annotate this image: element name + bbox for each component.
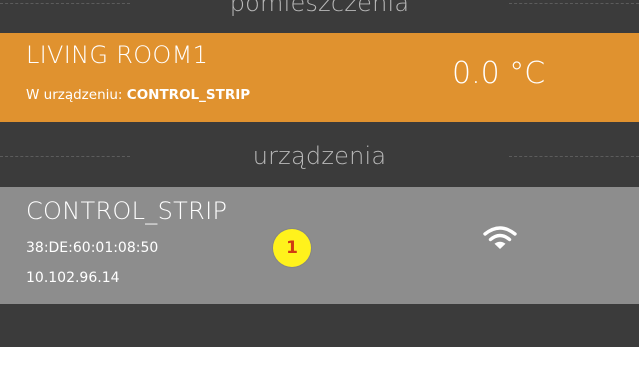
divider-right <box>509 156 639 157</box>
room-temperature: 0.0 °C <box>452 56 546 91</box>
rooms-section-title: pomieszczenia <box>229 0 410 17</box>
room-device-prefix: W urządzeniu: <box>26 87 127 103</box>
devices-section-header: urządzenia <box>0 140 639 172</box>
device-ip-address: 10.102.96.14 <box>26 270 120 286</box>
device-name: CONTROL_STRIP <box>26 197 228 225</box>
divider-left <box>0 3 130 4</box>
room-device-info: W urządzeniu: CONTROL_STRIP <box>26 87 250 103</box>
device-card-control-strip[interactable]: CONTROL_STRIP 38:DE:60:01:08:50 10.102.9… <box>0 187 639 304</box>
annotation-marker-label: 1 <box>286 238 298 258</box>
app-view: pomieszczenia LIVING ROOM1 W urządzeniu:… <box>0 0 639 347</box>
device-mac-address: 38:DE:60:01:08:50 <box>26 240 159 256</box>
annotation-marker: 1 <box>273 229 311 267</box>
divider-right <box>509 3 639 4</box>
wifi-icon <box>483 226 517 249</box>
room-device-name: CONTROL_STRIP <box>126 87 251 103</box>
room-name: LIVING ROOM1 <box>26 41 209 69</box>
room-card-living-room[interactable]: LIVING ROOM1 W urządzeniu: CONTROL_STRIP… <box>0 33 639 122</box>
screen: pomieszczenia LIVING ROOM1 W urządzeniu:… <box>0 0 639 386</box>
devices-section-title: urządzenia <box>252 142 387 170</box>
divider-left <box>0 156 130 157</box>
rooms-section-header: pomieszczenia <box>0 0 639 19</box>
